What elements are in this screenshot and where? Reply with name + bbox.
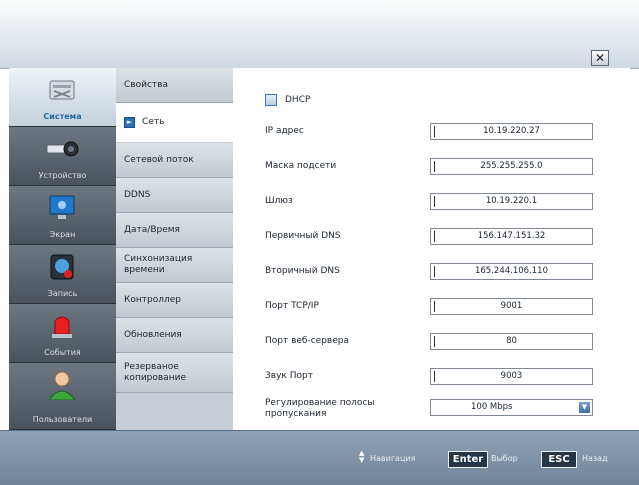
sidebar-item-device[interactable]: Устройство (9, 127, 116, 186)
bandwidth-label: Регулирование полосы пропускания (265, 398, 375, 419)
web-port-value: 80 (506, 336, 517, 346)
sidebar-item-label: События (44, 348, 81, 357)
subnav-item-label: Резерваное копирование (124, 361, 186, 383)
record-icon (50, 254, 74, 280)
dhcp-label: DHCP (285, 95, 311, 105)
text-caret (434, 161, 435, 172)
sidebar-item-screen[interactable]: Экран (9, 186, 116, 245)
close-icon: ✕ (594, 51, 606, 65)
sidebar-item-label: Экран (49, 230, 76, 239)
tcp-port-label: Порт TCP/IP (265, 301, 319, 311)
main-menu-sidebar: Система Устройство Экран Запись События (9, 68, 116, 430)
sidebar-item-record[interactable]: Запись (9, 245, 116, 304)
subnav-item-label: Сетевой поток (124, 154, 194, 165)
gateway-label: Шлюз (265, 196, 293, 206)
sidebar-item-users[interactable]: Пользователи (9, 363, 116, 430)
subnet-mask-field[interactable]: 255.255.255.0 (430, 158, 593, 175)
dhcp-toggle[interactable]: DHCP (265, 94, 310, 106)
gateway-field[interactable]: 10.19.220.1 (430, 193, 593, 210)
primary-dns-value: 156.147.151.32 (477, 231, 546, 241)
network-settings-panel: DHCP IP адрес 10.19.220.27 Маска подсети… (233, 68, 630, 430)
esc-key[interactable]: ESC (541, 451, 577, 468)
monitor-icon (49, 195, 75, 219)
subnav-item-controller[interactable]: Контроллер (116, 283, 233, 318)
sidebar-item-label: Система (43, 112, 82, 121)
system-icon (49, 80, 75, 100)
device-icon (46, 141, 79, 157)
subnav-item-label: Сеть (142, 117, 165, 127)
alarm-icon (52, 316, 72, 338)
web-port-field[interactable]: 80 (430, 333, 593, 350)
text-caret (434, 126, 435, 137)
enter-key[interactable]: Enter (448, 451, 488, 468)
title-bar: ✕ (0, 0, 639, 69)
sidebar-item-label: Пользователи (32, 415, 93, 424)
sidebar-item-events[interactable]: События (9, 304, 116, 363)
subnav-item-backup[interactable]: Резерваное копирование (116, 353, 233, 393)
subnav-item-label: DDNS (124, 189, 151, 200)
secondary-dns-field[interactable]: 165.244.106.110 (430, 263, 593, 280)
audio-port-field[interactable]: 9003 (430, 368, 593, 385)
up-down-arrows-icon: ▲ ▼ (359, 449, 365, 464)
secondary-dns-value: 165.244.106.110 (474, 266, 548, 276)
subnav-item-updates[interactable]: Обновления (116, 318, 233, 353)
sidebar-item-label: Запись (47, 289, 78, 298)
gateway-value: 10.19.220.1 (485, 196, 538, 206)
chevron-down-icon[interactable]: ▼ (579, 402, 590, 413)
text-caret (434, 231, 435, 242)
chevron-right-icon: ► (124, 117, 135, 128)
tcp-port-field[interactable]: 9001 (430, 298, 593, 315)
primary-dns-label: Первичный DNS (265, 231, 341, 241)
navigation-hint: Навигация (370, 454, 416, 463)
bandwidth-select[interactable]: 100 Mbps ▼ (430, 399, 593, 416)
subnav-item-network-stream[interactable]: Сетевой поток (116, 143, 233, 178)
subnav-item-label: Свойства (124, 79, 168, 90)
subnav-item-ddns[interactable]: DDNS (116, 178, 233, 213)
subnav-item-label: Контроллер (124, 294, 181, 305)
text-caret (434, 301, 435, 312)
settings-subnav: Свойства ► Сеть Сетевой поток DDNS Дата/… (116, 68, 234, 430)
sidebar-item-label: Устройство (38, 171, 87, 180)
back-hint: Назад (582, 454, 608, 463)
user-icon (48, 371, 76, 400)
subnet-mask-label: Маска подсети (265, 161, 337, 171)
subnav-item-label: Дата/Время (124, 224, 180, 235)
secondary-dns-label: Вторичный DNS (265, 266, 340, 276)
audio-port-label: Звук Порт (265, 371, 313, 381)
subnav-item-network[interactable]: ► Сеть (116, 103, 233, 143)
ip-address-label: IP адрес (265, 126, 304, 136)
ip-address-value: 10.19.220.27 (483, 126, 540, 136)
web-port-label: Порт веб-сервера (265, 336, 349, 346)
dhcp-checkbox[interactable] (265, 94, 277, 106)
tcp-port-value: 9001 (500, 301, 523, 311)
audio-port-value: 9003 (500, 371, 523, 381)
text-caret (434, 371, 435, 382)
subnav-item-datetime[interactable]: Дата/Время (116, 213, 233, 248)
subnet-mask-value: 255.255.255.0 (480, 161, 543, 171)
subnav-item-properties[interactable]: Свойства (116, 68, 233, 103)
select-hint: Выбор (491, 454, 518, 463)
subnav-item-label: Обновления (124, 329, 182, 340)
text-caret (434, 196, 435, 207)
close-button[interactable]: ✕ (591, 50, 609, 66)
text-caret (434, 266, 435, 277)
subnav-item-time-sync[interactable]: Синхонизация времени (116, 248, 233, 283)
primary-dns-field[interactable]: 156.147.151.32 (430, 228, 593, 245)
sidebar-item-system[interactable]: Система (9, 68, 116, 127)
text-caret (434, 336, 435, 347)
bandwidth-value: 100 Mbps (471, 402, 513, 412)
hint-bar: ▲ ▼ Навигация Enter Выбор ESC Назад (0, 430, 639, 485)
ip-address-field[interactable]: 10.19.220.27 (430, 123, 593, 140)
subnav-item-label: Синхонизация времени (124, 254, 193, 275)
